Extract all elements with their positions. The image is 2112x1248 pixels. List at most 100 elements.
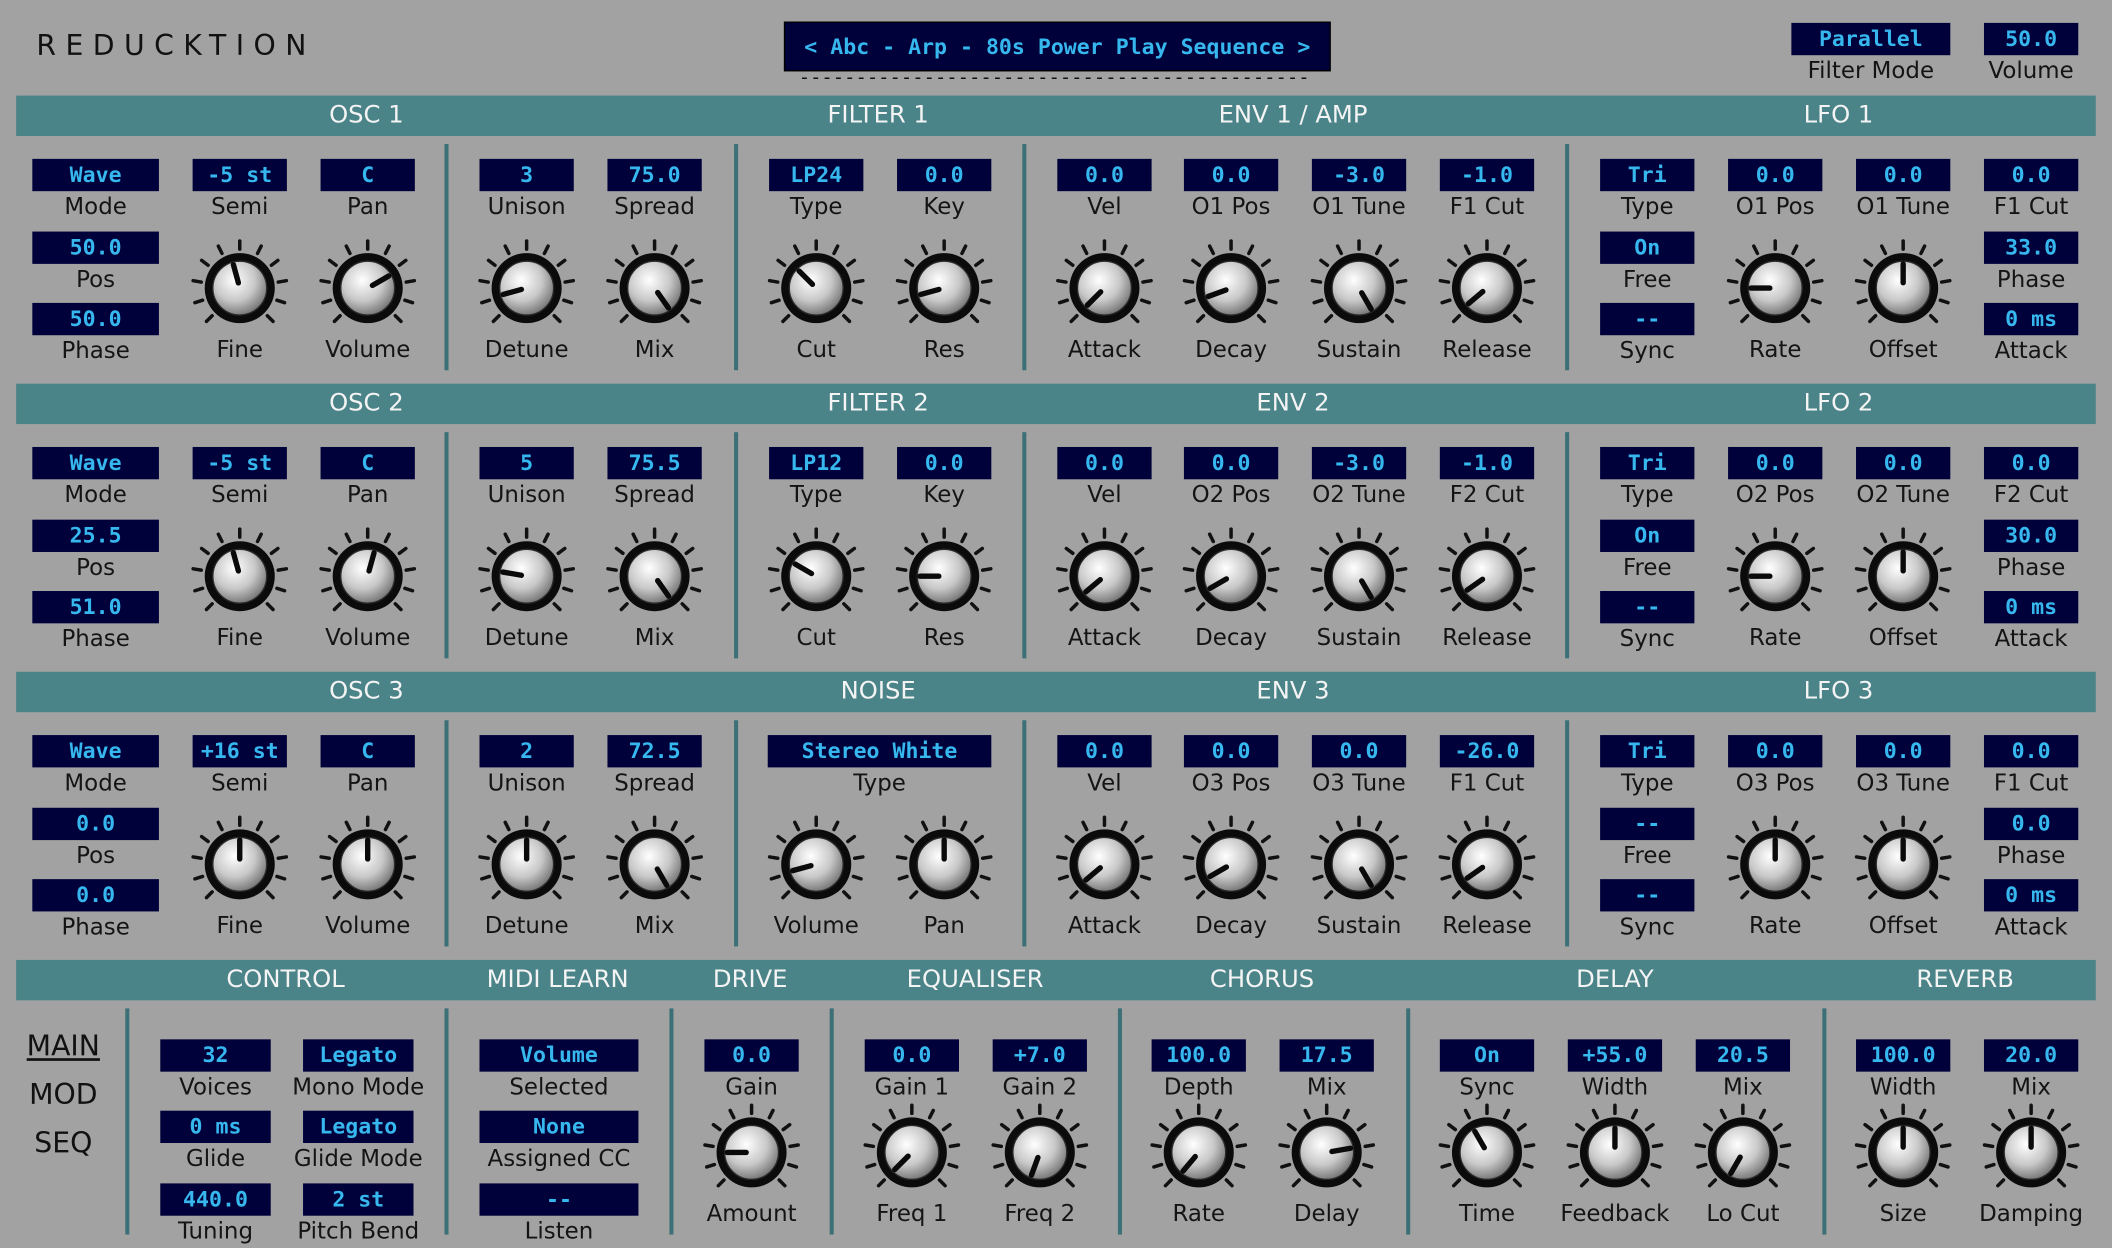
sync-display[interactable]: -- [1600, 879, 1695, 912]
fine-knob[interactable] [189, 525, 291, 627]
attack-knob[interactable] [1053, 237, 1155, 339]
offset-knob[interactable] [1852, 813, 1954, 915]
pitch-bend-display[interactable]: 2 st [303, 1183, 414, 1216]
attack-display[interactable]: 0 ms [1983, 302, 2079, 336]
key-display[interactable]: 0.0 [897, 446, 992, 480]
gain-display[interactable]: 0.0 [704, 1039, 799, 1072]
semi-display[interactable]: -5 st [192, 158, 287, 192]
phase-display[interactable]: 0.0 [32, 879, 159, 912]
mix-knob[interactable] [603, 525, 705, 627]
mix-display[interactable]: 20.0 [1983, 1039, 2079, 1072]
pan-display[interactable]: C [320, 735, 415, 768]
phase-display[interactable]: 33.0 [1983, 231, 2079, 264]
mix-display[interactable]: 17.5 [1279, 1039, 1374, 1072]
attack-display[interactable]: 0 ms [1983, 591, 2079, 624]
o3-tune-display[interactable]: 0.0 [1311, 735, 1407, 768]
detune-knob[interactable] [475, 813, 577, 915]
phase-display[interactable]: 50.0 [32, 302, 159, 336]
key-display[interactable]: 0.0 [897, 158, 992, 192]
release-knob[interactable] [1436, 237, 1538, 339]
attack-display[interactable]: 0 ms [1983, 879, 2079, 912]
rate-knob[interactable] [1724, 525, 1826, 627]
volume-knob[interactable] [317, 813, 419, 915]
offset-knob[interactable] [1852, 525, 1954, 627]
f1-cut-display[interactable]: -1.0 [1439, 158, 1535, 192]
release-knob[interactable] [1436, 813, 1538, 915]
nav-mod-tab[interactable]: MOD [29, 1078, 97, 1110]
size-knob[interactable] [1852, 1101, 1954, 1203]
o2-tune-display[interactable]: 0.0 [1856, 446, 1951, 480]
rate-knob[interactable] [1724, 813, 1826, 915]
damping-knob[interactable] [1980, 1101, 2082, 1203]
master-volume-display[interactable]: 50.0 [1983, 22, 2079, 56]
depth-display[interactable]: 100.0 [1151, 1039, 1246, 1072]
mix-knob[interactable] [603, 237, 705, 339]
semi-display[interactable]: -5 st [192, 446, 287, 480]
o1-tune-display[interactable]: -3.0 [1311, 158, 1407, 192]
width-display[interactable]: 100.0 [1856, 1039, 1951, 1072]
cut-knob[interactable] [765, 237, 867, 339]
res-knob[interactable] [893, 237, 995, 339]
f1-cut-display[interactable]: 0.0 [1983, 158, 2079, 192]
sustain-knob[interactable] [1308, 813, 1410, 915]
amount-knob[interactable] [700, 1101, 802, 1203]
res-knob[interactable] [893, 525, 995, 627]
decay-knob[interactable] [1180, 813, 1282, 915]
delay-knob[interactable] [1276, 1101, 1378, 1203]
pan-display[interactable]: C [320, 446, 415, 480]
attack-knob[interactable] [1053, 525, 1155, 627]
phase-display[interactable]: 0.0 [1983, 807, 2079, 841]
f2-cut-display[interactable]: 0.0 [1983, 446, 2079, 480]
o1-tune-display[interactable]: 0.0 [1856, 158, 1951, 192]
filter-mode-display[interactable]: Parallel [1791, 22, 1951, 56]
decay-knob[interactable] [1180, 525, 1282, 627]
free-display[interactable]: -- [1600, 807, 1695, 841]
semi-display[interactable]: +16 st [192, 735, 287, 768]
mode-display[interactable]: Wave [32, 446, 159, 480]
release-knob[interactable] [1436, 525, 1538, 627]
glide-mode-display[interactable]: Legato [303, 1110, 414, 1144]
attack-knob[interactable] [1053, 813, 1155, 915]
volume-knob[interactable] [317, 237, 419, 339]
voices-display[interactable]: 32 [160, 1039, 271, 1072]
sync-display[interactable]: -- [1600, 302, 1695, 336]
listen-display[interactable]: -- [479, 1183, 639, 1216]
spread-display[interactable]: 75.5 [607, 446, 702, 480]
type-display[interactable]: Tri [1600, 158, 1695, 192]
mix-display[interactable]: 20.5 [1695, 1039, 1791, 1072]
time-knob[interactable] [1436, 1101, 1538, 1203]
o3-pos-display[interactable]: 0.0 [1183, 735, 1279, 768]
selected-display[interactable]: Volume [479, 1039, 639, 1072]
unison-display[interactable]: 3 [479, 158, 574, 192]
o1-pos-display[interactable]: 0.0 [1183, 158, 1279, 192]
o2-tune-display[interactable]: -3.0 [1311, 446, 1407, 480]
lo-cut-knob[interactable] [1692, 1101, 1794, 1203]
cut-knob[interactable] [765, 525, 867, 627]
type-display[interactable]: LP24 [769, 158, 864, 192]
gain-1-display[interactable]: 0.0 [864, 1039, 959, 1072]
phase-display[interactable]: 51.0 [32, 591, 159, 624]
free-display[interactable]: On [1600, 231, 1695, 264]
nav-main-tab[interactable]: MAIN [27, 1030, 100, 1062]
gain-2-display[interactable]: +7.0 [992, 1039, 1087, 1072]
unison-display[interactable]: 5 [479, 446, 574, 480]
o2-pos-display[interactable]: 0.0 [1728, 446, 1823, 480]
o2-pos-display[interactable]: 0.0 [1183, 446, 1279, 480]
mix-knob[interactable] [603, 813, 705, 915]
rate-knob[interactable] [1148, 1101, 1250, 1203]
type-display[interactable]: Tri [1600, 446, 1695, 480]
freq-2-knob[interactable] [989, 1101, 1091, 1203]
detune-knob[interactable] [475, 525, 577, 627]
phase-display[interactable]: 30.0 [1983, 519, 2079, 552]
f1-cut-display[interactable]: -26.0 [1439, 735, 1535, 768]
assigned-cc-display[interactable]: None [479, 1110, 639, 1144]
preset-selector[interactable]: < Abc - Arp - 80s Power Play Sequence > [783, 21, 1331, 72]
decay-knob[interactable] [1180, 237, 1282, 339]
f2-cut-display[interactable]: -1.0 [1439, 446, 1535, 480]
offset-knob[interactable] [1852, 237, 1954, 339]
pos-display[interactable]: 50.0 [32, 231, 159, 264]
nav-seq-tab[interactable]: SEQ [34, 1127, 92, 1159]
o3-pos-display[interactable]: 0.0 [1728, 735, 1823, 768]
o1-pos-display[interactable]: 0.0 [1728, 158, 1823, 192]
mono-mode-display[interactable]: Legato [303, 1039, 414, 1072]
